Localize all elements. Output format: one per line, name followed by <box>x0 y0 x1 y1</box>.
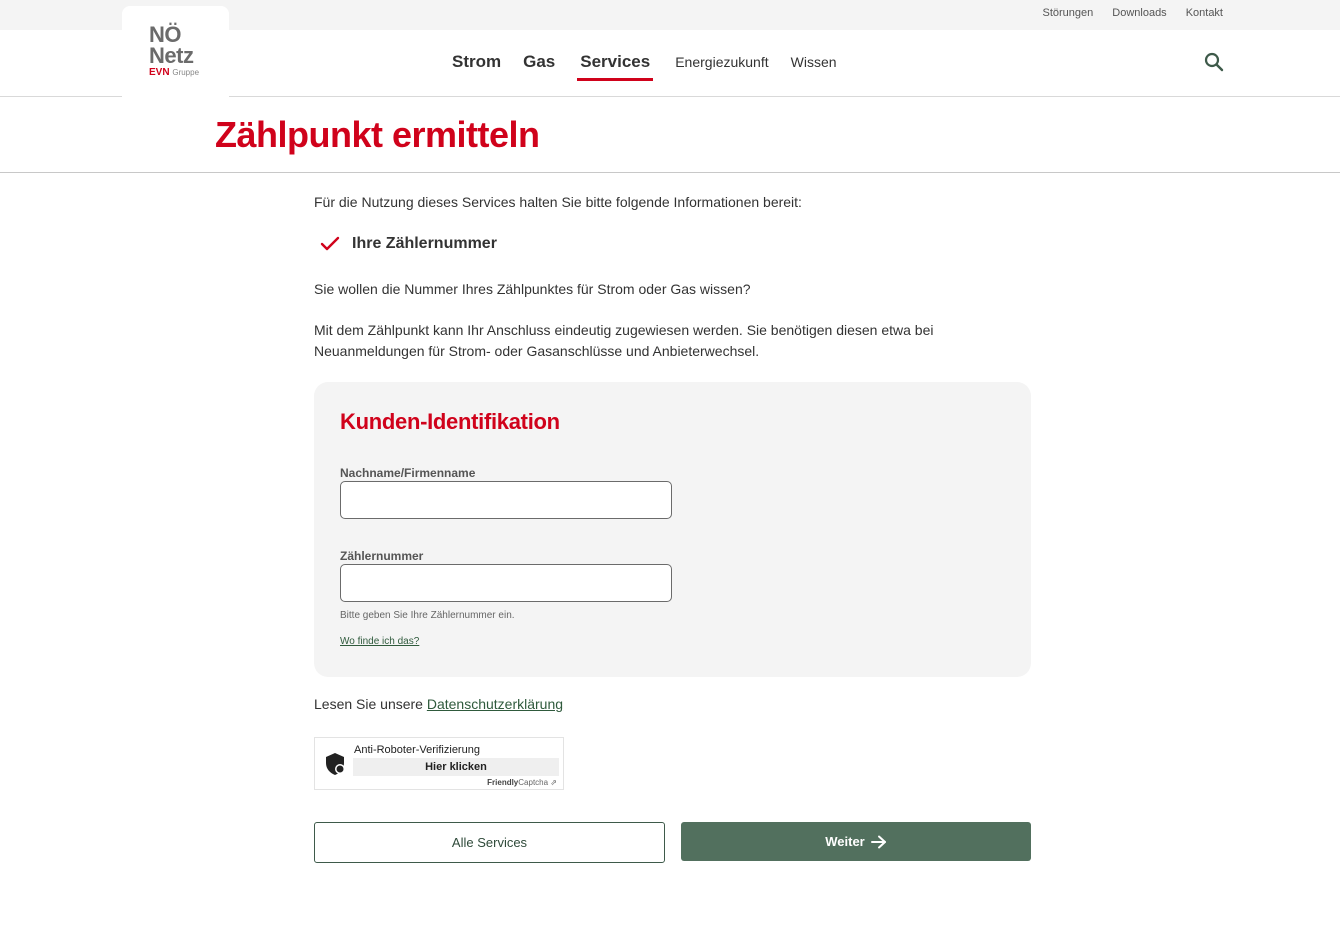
nav-item-energiezukunft[interactable]: Energiezukunft <box>675 54 768 70</box>
arrow-right-icon <box>870 835 886 848</box>
intro-text: Für die Nutzung dieses Services halten S… <box>314 194 802 210</box>
captcha-button[interactable]: Hier klicken <box>353 758 559 776</box>
meter-number-input[interactable] <box>340 564 672 602</box>
logo-evn: EVN <box>149 67 170 78</box>
privacy-prefix: Lesen Sie unsere <box>314 696 423 712</box>
page-title: Zählpunkt ermitteln <box>215 114 540 155</box>
logo-line2: Netz <box>149 43 194 68</box>
meter-number-hint: Bitte geben Sie Ihre Zählernummer ein. <box>340 610 515 621</box>
title-bar: Zählpunkt ermitteln <box>0 97 1340 173</box>
description-text: Mit dem Zählpunkt kann Ihr Anschluss ein… <box>314 322 934 359</box>
captcha-brand[interactable]: FriendlyCaptcha ⇗ <box>487 778 557 787</box>
logo-gruppe: Gruppe <box>172 68 200 77</box>
all-services-button[interactable]: Alle Services <box>314 822 665 863</box>
utility-link-kontakt[interactable]: Kontakt <box>1186 7 1223 19</box>
nav-item-gas[interactable]: Gas <box>523 52 555 72</box>
next-button[interactable]: Weiter <box>681 822 1031 861</box>
checkmark-icon <box>320 236 340 251</box>
logo-line1: NÖ <box>149 22 182 47</box>
form-title: Kunden-Identifikation <box>340 409 560 434</box>
nav-item-services[interactable]: Services <box>577 52 654 81</box>
privacy-link[interactable]: Datenschutzerklärung <box>427 696 563 712</box>
utility-links: Störungen Downloads Kontakt <box>1043 7 1224 19</box>
privacy-note: Lesen Sie unsere Datenschutzerklärung <box>314 696 563 712</box>
main-nav: Strom Gas Services Energiezukunft Wissen <box>452 52 859 81</box>
requirement-item: Ihre Zählernummer <box>320 235 497 253</box>
shield-icon <box>326 753 345 775</box>
name-label: Nachname/Firmenname <box>340 466 476 480</box>
next-button-label: Weiter <box>825 834 865 849</box>
help-link[interactable]: Wo finde ich das? <box>340 636 419 647</box>
nav-item-wissen[interactable]: Wissen <box>791 54 837 70</box>
utility-link-stoerungen[interactable]: Störungen <box>1043 7 1094 19</box>
search-icon[interactable] <box>1204 52 1224 72</box>
captcha-widget: Anti-Roboter-Verifizierung Hier klicken … <box>314 737 564 790</box>
logo[interactable]: NÖ Netz EVN Gruppe <box>149 22 209 79</box>
nav-item-strom[interactable]: Strom <box>452 52 501 72</box>
utility-link-downloads[interactable]: Downloads <box>1112 7 1166 19</box>
name-input[interactable] <box>340 481 672 519</box>
meter-number-label: Zählernummer <box>340 549 424 563</box>
question-text: Sie wollen die Nummer Ihres Zählpunktes … <box>314 281 751 297</box>
customer-identification-card: Kunden-Identifikation Nachname/Firmennam… <box>314 382 1031 677</box>
requirement-label: Ihre Zählernummer <box>352 235 497 252</box>
captcha-title: Anti-Roboter-Verifizierung <box>354 744 480 756</box>
